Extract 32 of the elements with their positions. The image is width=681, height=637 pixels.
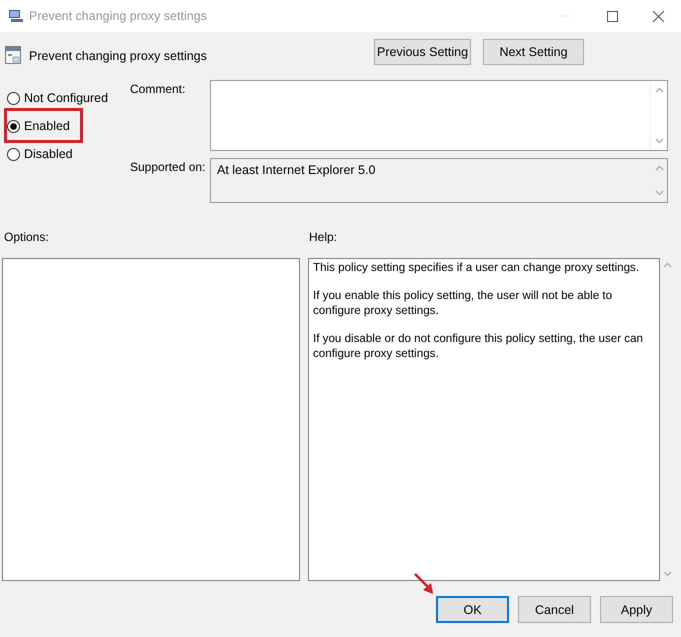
window-title: Prevent changing proxy settings bbox=[29, 9, 207, 23]
previous-setting-button[interactable]: Previous Setting bbox=[374, 39, 471, 65]
app-icon bbox=[8, 9, 24, 23]
scroll-up-icon[interactable] bbox=[662, 262, 672, 268]
radio-label[interactable]: Enabled bbox=[24, 119, 70, 133]
radio-button[interactable] bbox=[7, 148, 20, 160]
radio-button[interactable] bbox=[7, 92, 20, 104]
ok-button[interactable]: OK bbox=[436, 596, 509, 623]
scroll-up-icon[interactable] bbox=[654, 165, 664, 171]
scroll-down-icon[interactable] bbox=[662, 571, 672, 577]
close-icon[interactable] bbox=[652, 10, 664, 22]
comment-label: Comment: bbox=[130, 82, 186, 96]
help-label: Help: bbox=[309, 230, 338, 244]
radio-label[interactable]: Disabled bbox=[24, 147, 73, 161]
policy-title: Prevent changing proxy settings bbox=[29, 49, 207, 63]
cancel-button[interactable]: Cancel bbox=[518, 596, 591, 623]
help-text: If you disable or do not configure this policy setting, the user can configure proxy settings. bbox=[313, 331, 644, 361]
supported-on-label: Supported on: bbox=[130, 160, 206, 174]
policy-icon bbox=[5, 46, 21, 64]
radio-button[interactable] bbox=[7, 120, 20, 132]
next-setting-button[interactable]: Next Setting bbox=[483, 39, 584, 65]
maximize-icon[interactable] bbox=[606, 10, 618, 22]
supported-on-value: At least Internet Explorer 5.0 bbox=[217, 163, 376, 177]
options-label: Options: bbox=[4, 230, 49, 244]
radio-label[interactable]: Not Configured bbox=[24, 91, 108, 105]
apply-button[interactable]: Apply bbox=[600, 596, 673, 623]
help-text: This policy setting specifies if a user can change proxy settings. bbox=[313, 260, 640, 275]
scroll-down-icon[interactable] bbox=[654, 138, 664, 144]
comment-field[interactable] bbox=[210, 80, 668, 151]
scroll-down-icon[interactable] bbox=[654, 190, 664, 196]
help-text: If you enable this policy setting, the user will not be able to configure proxy settings. bbox=[313, 288, 614, 318]
scroll-up-icon[interactable] bbox=[654, 87, 664, 93]
